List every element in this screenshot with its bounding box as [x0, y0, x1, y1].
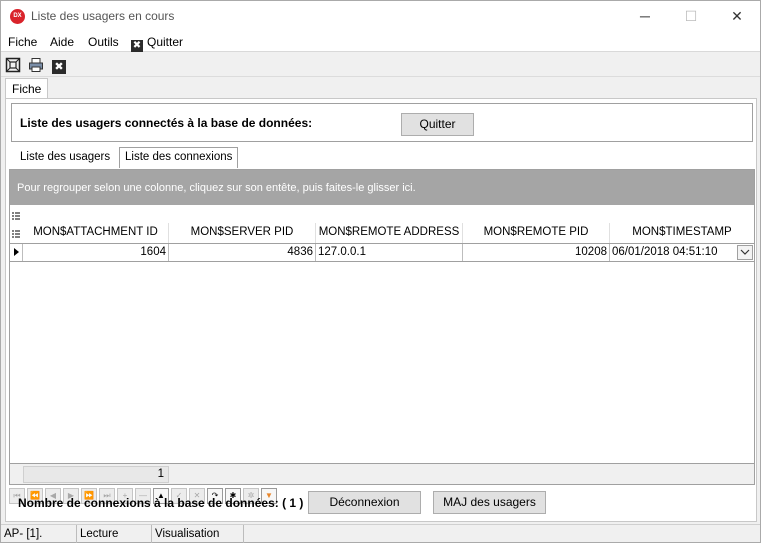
group-by-panel[interactable]: Pour regrouper selon une colonne, clique… — [10, 170, 754, 205]
close-icon[interactable]: ✖ — [51, 57, 67, 74]
grid-footer: 1 — [10, 463, 754, 484]
timestamp-dropdown-button[interactable] — [737, 245, 753, 260]
app-icon: DX — [10, 9, 25, 24]
close-glyph: ✖ — [52, 60, 66, 74]
cell-remote-address[interactable]: 127.0.0.1 — [316, 244, 463, 261]
chevron-down-icon — [740, 249, 750, 255]
column-chooser-icon[interactable] — [12, 210, 20, 220]
status-view: Visualisation — [152, 525, 244, 543]
status-mode: Lecture — [77, 525, 152, 543]
frame-icon[interactable] — [5, 57, 21, 73]
disconnect-button[interactable]: Déconnexion — [308, 491, 421, 514]
application-window: DX Liste des usagers en cours ─ ☐ ✕ Fich… — [0, 0, 761, 543]
cell-remote-pid[interactable]: 10208 — [463, 244, 610, 261]
menu-bar: Fiche Aide Outils ✖ Quitter — [1, 32, 760, 52]
tab-fiche[interactable]: Fiche — [5, 78, 48, 99]
menu-quitter[interactable]: ✖ Quitter — [131, 35, 183, 52]
triangle-right-icon — [14, 248, 19, 256]
column-header-remote-address[interactable]: MON$REMOTE ADDRESS — [316, 223, 463, 243]
column-header-remote-pid[interactable]: MON$REMOTE PID — [463, 223, 610, 243]
window-title: Liste des usagers en cours — [31, 9, 175, 23]
update-users-button[interactable]: MAJ des usagers — [433, 491, 546, 514]
column-header-server-pid[interactable]: MON$SERVER PID — [169, 223, 316, 243]
menu-aide[interactable]: Aide — [50, 35, 74, 49]
column-header-attachment-id[interactable]: MON$ATTACHMENT ID — [23, 223, 169, 243]
menu-quitter-label: Quitter — [147, 35, 184, 49]
row-selector-icon[interactable] — [12, 228, 20, 238]
table-row[interactable]: 1604 4836 127.0.0.1 10208 06/01/2018 04:… — [10, 243, 754, 262]
connections-grid: Pour regrouper selon une colonne, clique… — [9, 169, 755, 485]
users-connected-label: Liste des usagers connectés à la base de… — [20, 116, 313, 130]
footer-count: 1 — [23, 466, 169, 483]
grid-header: MON$ATTACHMENT ID MON$SERVER PID MON$REM… — [10, 223, 754, 243]
status-bar: AP- [1]. Lecture Visualisation — [1, 524, 760, 543]
toolbar: ✖ — [1, 53, 760, 77]
header-panel: Liste des usagers connectés à la base de… — [11, 103, 753, 142]
minimize-button[interactable]: ─ — [622, 1, 668, 32]
inner-tabs: Liste des usagers Liste des connexions — [9, 145, 755, 169]
title-bar: DX Liste des usagers en cours ─ ☐ ✕ — [1, 1, 760, 32]
column-header-timestamp[interactable]: MON$TIMESTAMP — [610, 223, 754, 243]
close-icon: ✖ — [131, 40, 143, 52]
connection-count-label: Nombre de connexions à la base de donnée… — [18, 496, 304, 510]
print-icon[interactable] — [28, 57, 44, 73]
close-window-button[interactable]: ✕ — [714, 1, 760, 32]
tab-liste-des-usagers[interactable]: Liste des usagers — [15, 148, 115, 168]
fiche-panel: Liste des usagers connectés à la base de… — [5, 98, 757, 522]
status-record: AP- [1]. — [1, 525, 77, 543]
cell-attachment-id[interactable]: 1604 — [23, 244, 169, 261]
tab-liste-des-connexions[interactable]: Liste des connexions — [119, 147, 239, 168]
quit-button[interactable]: Quitter — [401, 113, 474, 136]
maximize-button[interactable]: ☐ — [668, 1, 714, 32]
menu-outils[interactable]: Outils — [88, 35, 119, 49]
cell-server-pid[interactable]: 4836 — [169, 244, 316, 261]
cell-timestamp[interactable]: 06/01/2018 04:51:10 — [610, 244, 737, 261]
current-row-indicator — [10, 244, 23, 261]
menu-fiche[interactable]: Fiche — [8, 35, 37, 49]
